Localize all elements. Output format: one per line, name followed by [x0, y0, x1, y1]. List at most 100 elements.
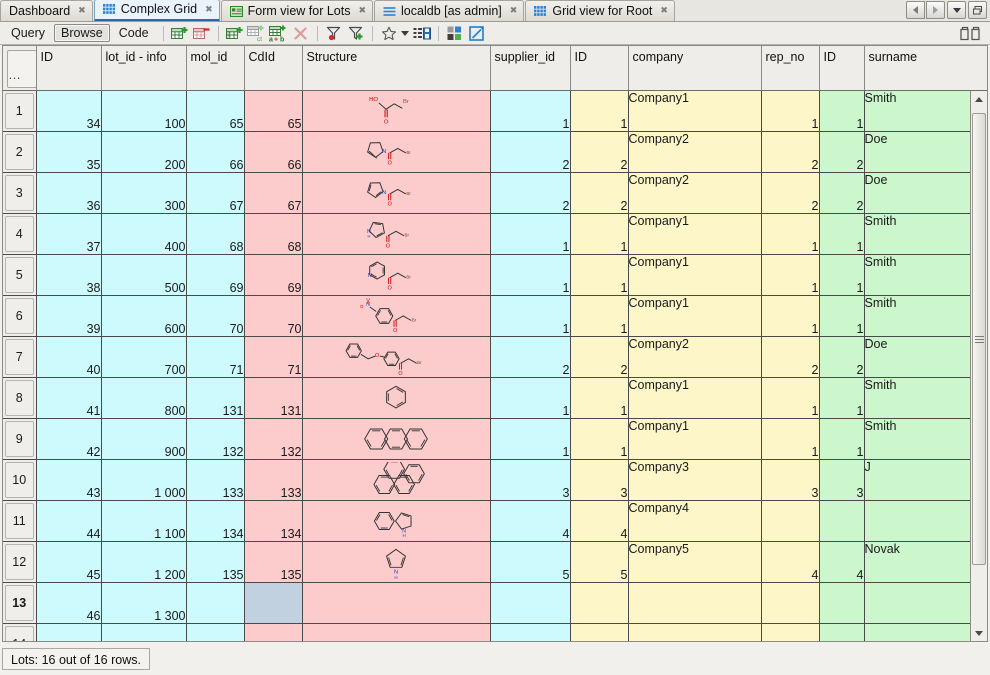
row-header[interactable]: 12 — [3, 541, 36, 582]
cell-lot_id[interactable]: 500 — [101, 254, 186, 295]
structure-cell[interactable]: OOBr — [302, 336, 490, 377]
cell-cdid[interactable]: 66 — [244, 131, 302, 172]
cell-lot_id[interactable]: 1 000 — [101, 459, 186, 500]
table-row[interactable]: 94290013213211Company111Smith — [3, 418, 988, 459]
tab-close-icon[interactable]: ✖ — [78, 6, 86, 16]
column-header-id3[interactable]: ID — [819, 46, 864, 90]
scrollbar-thumb[interactable] — [972, 113, 986, 565]
cell-cdid[interactable]: 70 — [244, 295, 302, 336]
row-header[interactable]: 1 — [3, 90, 36, 131]
cell-company[interactable]: Company2 — [628, 336, 761, 377]
tab-close-icon[interactable]: ✖ — [510, 6, 518, 16]
cell-id3[interactable]: 3 — [819, 459, 864, 500]
filter-add-button[interactable] — [345, 24, 367, 43]
structure-cell[interactable] — [302, 459, 490, 500]
cell-supplier_id[interactable]: 2 — [490, 336, 570, 377]
cell-lot_id[interactable]: 100 — [101, 90, 186, 131]
scroll-tabs-left-button[interactable] — [906, 1, 925, 19]
cell-company[interactable] — [628, 582, 761, 623]
row-header[interactable]: 5 — [3, 254, 36, 295]
table-row[interactable]: 1341006565HOOBr11Company111Smith — [3, 90, 988, 131]
cell-rep_no[interactable]: 1 — [761, 295, 819, 336]
cell-id3[interactable]: 1 — [819, 213, 864, 254]
column-header-id[interactable]: ID — [36, 46, 101, 90]
cell-id[interactable]: 35 — [36, 131, 101, 172]
row-header[interactable]: 4 — [3, 213, 36, 254]
cell-id2[interactable]: 1 — [570, 377, 628, 418]
cell-lot_id[interactable]: 1 200 — [101, 541, 186, 582]
cell-cdid[interactable]: 133 — [244, 459, 302, 500]
cell-lot_id[interactable]: 800 — [101, 377, 186, 418]
favorites-dropdown-button[interactable] — [400, 24, 411, 43]
table-row[interactable]: 6396007070NOOOBr11Company111Smith — [3, 295, 988, 336]
cell-id2[interactable]: 1 — [570, 295, 628, 336]
tab-list-dropdown-button[interactable] — [947, 1, 966, 19]
cell-cdid[interactable]: 67 — [244, 172, 302, 213]
scroll-tabs-right-button[interactable] — [926, 1, 945, 19]
cell-id[interactable]: 36 — [36, 172, 101, 213]
table-row[interactable]: 11441 100134134NH44Company4 — [3, 500, 988, 541]
column-header-rep_no[interactable]: rep_no — [761, 46, 819, 90]
add-count-column-button[interactable]: ct — [246, 24, 268, 43]
save-view-button[interactable] — [411, 24, 433, 43]
cell-id3[interactable]: 1 — [819, 90, 864, 131]
tab-close-icon[interactable]: ✖ — [660, 6, 668, 16]
cell-id[interactable]: 53 — [36, 623, 101, 642]
cell-rep_no[interactable]: 3 — [761, 459, 819, 500]
structure-cell[interactable]: NOOOBr — [302, 295, 490, 336]
corner-menu-dots[interactable]: … — [7, 50, 36, 88]
cell-company[interactable]: Company5 — [628, 541, 761, 582]
cell-id2[interactable]: 2 — [570, 131, 628, 172]
cell-mol_id[interactable]: 135 — [186, 541, 244, 582]
table-row[interactable]: 12451 200135135NH55Company544Novak — [3, 541, 988, 582]
cell-supplier_id[interactable] — [490, 582, 570, 623]
cell-lot_id[interactable]: 200 — [101, 131, 186, 172]
row-header[interactable]: 7 — [3, 336, 36, 377]
table-row[interactable]: 5385006969NOBr11Company111Smith — [3, 254, 988, 295]
cell-cdid[interactable]: 68 — [244, 213, 302, 254]
layout-button[interactable] — [444, 24, 466, 43]
cell-cdid[interactable] — [244, 582, 302, 623]
cell-cdid[interactable]: 134 — [244, 500, 302, 541]
cell-id3[interactable] — [819, 623, 864, 642]
cell-cdid[interactable] — [244, 623, 302, 642]
structure-cell[interactable] — [302, 418, 490, 459]
cell-id[interactable]: 40 — [36, 336, 101, 377]
cell-rep_no[interactable] — [761, 500, 819, 541]
cell-company[interactable]: Company1 — [628, 295, 761, 336]
cell-lot_id[interactable]: 1 300 — [101, 582, 186, 623]
cell-id3[interactable]: 1 — [819, 295, 864, 336]
cell-cdid[interactable]: 65 — [244, 90, 302, 131]
row-header[interactable]: 10 — [3, 459, 36, 500]
structure-cell[interactable]: HOOBr — [302, 90, 490, 131]
cell-company[interactable] — [628, 623, 761, 642]
cell-company[interactable]: Company4 — [628, 500, 761, 541]
cell-supplier_id[interactable]: 1 — [490, 418, 570, 459]
cell-rep_no[interactable]: 2 — [761, 131, 819, 172]
tab-localdb-as-admin[interactable]: localdb [as admin]✖ — [374, 0, 524, 21]
data-grid[interactable]: … IDlot_id - infomol_idCdIdStructuresupp… — [2, 45, 988, 642]
cell-company[interactable]: Company1 — [628, 90, 761, 131]
add-text-column-button[interactable]: a + b — [268, 24, 290, 43]
cell-company[interactable]: Company1 — [628, 418, 761, 459]
table-row[interactable]: 10431 00013313333Company333J — [3, 459, 988, 500]
delete-row-button[interactable] — [191, 24, 213, 43]
cell-supplier_id[interactable] — [490, 623, 570, 642]
tab-grid-view-for-root[interactable]: Grid view for Root✖ — [525, 0, 675, 21]
cell-mol_id[interactable]: 134 — [186, 500, 244, 541]
toolbar-mode-browse[interactable]: Browse — [54, 24, 110, 42]
cell-supplier_id[interactable]: 1 — [490, 90, 570, 131]
clear-button[interactable] — [290, 24, 312, 43]
cell-id[interactable]: 37 — [36, 213, 101, 254]
row-header[interactable]: 13 — [3, 582, 36, 623]
cell-id2[interactable]: 2 — [570, 336, 628, 377]
row-header[interactable]: 9 — [3, 418, 36, 459]
cell-rep_no[interactable]: 1 — [761, 90, 819, 131]
cell-supplier_id[interactable]: 2 — [490, 172, 570, 213]
cell-id2[interactable]: 1 — [570, 213, 628, 254]
cell-cdid[interactable]: 131 — [244, 377, 302, 418]
cell-mol_id[interactable]: 66 — [186, 131, 244, 172]
cell-cdid[interactable]: 135 — [244, 541, 302, 582]
table-row[interactable]: 2352006666NOBr22Company222Doe — [3, 131, 988, 172]
cell-mol_id[interactable]: 69 — [186, 254, 244, 295]
